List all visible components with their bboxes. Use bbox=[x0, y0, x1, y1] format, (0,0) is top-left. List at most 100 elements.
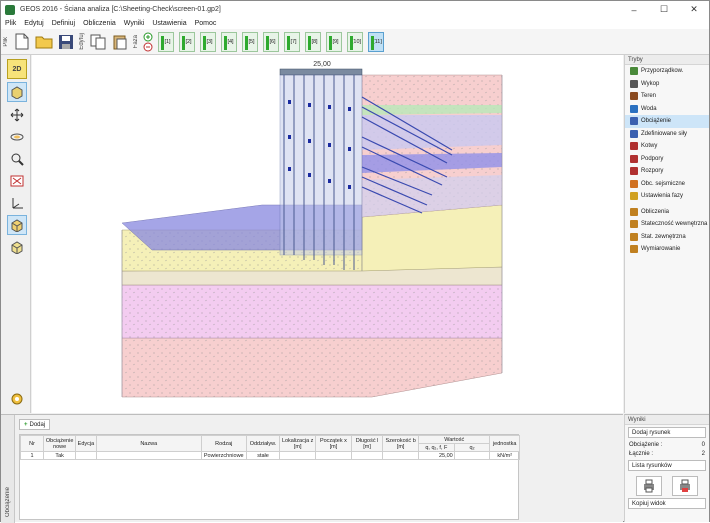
col-rodzaj: Rodzaj bbox=[200, 435, 247, 452]
stage-label: [2] bbox=[185, 38, 192, 45]
stage-button-1[interactable]: [1] bbox=[157, 31, 174, 52]
mode-item-5[interactable]: Zdefiniowane siły bbox=[625, 128, 709, 141]
cell-edycja[interactable] bbox=[75, 451, 97, 460]
fit-icon[interactable] bbox=[7, 171, 27, 191]
mode-icon bbox=[630, 104, 638, 113]
mode-item-11[interactable]: Obliczenia bbox=[625, 206, 709, 219]
load-count-value: 0 bbox=[701, 441, 705, 448]
3d-viewport[interactable]: 25,00 bbox=[32, 55, 623, 413]
stage-button-2[interactable]: [2] bbox=[178, 31, 195, 52]
figure-list-button[interactable]: Lista rysunków bbox=[628, 460, 706, 471]
stage-button-3[interactable]: [3] bbox=[199, 31, 216, 52]
load-tab-label: Obciążenie bbox=[5, 486, 11, 517]
mode-label: Obciążenie bbox=[641, 118, 672, 125]
mode-item-14[interactable]: Wymiarowanie bbox=[625, 243, 709, 256]
mode-item-10[interactable]: Ustawienia fazy bbox=[625, 190, 709, 203]
settings-icon[interactable] bbox=[7, 389, 27, 409]
stage-label: [7] bbox=[290, 38, 297, 45]
copy-view-label: Kopiuj widok bbox=[632, 500, 666, 507]
modes-panel-title: Tryby bbox=[625, 55, 709, 65]
maximize-button[interactable]: ☐ bbox=[649, 1, 679, 18]
menu-pomoc[interactable]: Pomoc bbox=[191, 20, 221, 27]
stage-button-10[interactable]: [10] bbox=[346, 31, 363, 52]
mode-icon bbox=[630, 129, 638, 138]
mode-item-4[interactable]: Obciążenie bbox=[625, 115, 709, 128]
stage-button-9[interactable]: [9] bbox=[325, 31, 342, 52]
stage-label: [9] bbox=[332, 38, 339, 45]
print-icon[interactable] bbox=[636, 476, 662, 496]
copy-data-icon[interactable] bbox=[89, 32, 107, 52]
stage-button-11[interactable]: [11] bbox=[367, 31, 384, 52]
cell-jednostka: kN/m² bbox=[489, 451, 520, 460]
print-pdf-icon[interactable] bbox=[672, 476, 698, 496]
2d-view-button[interactable]: 2D bbox=[7, 59, 27, 79]
cell-q2 bbox=[453, 451, 491, 460]
mode-label: Wykop bbox=[641, 80, 660, 87]
cell-nowe: Tak bbox=[43, 451, 77, 460]
stage-label: [10] bbox=[351, 38, 362, 45]
file-group-label: Plik bbox=[3, 36, 9, 47]
menu-plik[interactable]: Plik bbox=[1, 20, 20, 27]
stage-button-5[interactable]: [5] bbox=[241, 31, 258, 52]
3d-view-icon[interactable] bbox=[7, 82, 27, 102]
col-oddzialyw: Oddziaływ. bbox=[245, 435, 281, 452]
save-icon[interactable] bbox=[57, 32, 75, 52]
menu-ustawienia[interactable]: Ustawienia bbox=[148, 20, 190, 27]
mode-item-12[interactable]: Stateczność wewnętrzna bbox=[625, 218, 709, 231]
stage-label: [5] bbox=[248, 38, 255, 45]
move-icon[interactable] bbox=[7, 105, 27, 125]
copy-view-button[interactable]: Kopiuj widok bbox=[628, 498, 706, 509]
menu-obliczenia[interactable]: Obliczenia bbox=[79, 20, 120, 27]
stage-label: [4] bbox=[227, 38, 234, 45]
cube-icon[interactable] bbox=[7, 237, 27, 257]
new-file-icon[interactable] bbox=[13, 32, 31, 52]
mode-item-6[interactable]: Kotwy bbox=[625, 140, 709, 153]
mode-item-9[interactable]: Obc. sejsmiczne bbox=[625, 178, 709, 191]
rotate-icon[interactable] bbox=[7, 127, 27, 147]
cell-nazwa bbox=[95, 451, 202, 460]
mode-label: Rozpory bbox=[641, 168, 664, 175]
stage-button-4[interactable]: [4] bbox=[220, 31, 237, 52]
total-count-label: Łącznie : bbox=[629, 450, 654, 457]
add-figure-button[interactable]: Dodaj rysunek bbox=[628, 427, 706, 438]
axes-icon[interactable] bbox=[7, 193, 27, 213]
stage-button-6[interactable]: [6] bbox=[262, 31, 279, 52]
menu-edytuj[interactable]: Edytuj bbox=[20, 20, 47, 27]
mode-item-8[interactable]: Rozpory bbox=[625, 165, 709, 178]
add-stage-icon[interactable] bbox=[143, 32, 153, 42]
modes-panel: Tryby Przyporządkow. Wykop Teren Woda Obciąż… bbox=[624, 55, 709, 413]
col-szerokosc: Szerokość b [m] bbox=[382, 435, 419, 452]
mode-item-0[interactable]: Przyporządkow. bbox=[625, 65, 709, 78]
add-icon: + bbox=[24, 421, 28, 428]
load-count-label: Obciążenie : bbox=[629, 441, 663, 448]
table-row[interactable]: 1 Tak Powierzchniowe stałe 25,00 kN/m² bbox=[19, 451, 520, 460]
mode-item-1[interactable]: Wykop bbox=[625, 78, 709, 91]
mode-item-13[interactable]: Stat. zewnętrzna bbox=[625, 231, 709, 244]
col-wartosc: Wartość bbox=[417, 435, 491, 444]
open-folder-icon[interactable] bbox=[35, 32, 53, 52]
mode-item-3[interactable]: Woda bbox=[625, 103, 709, 116]
load-tab[interactable]: Obciążenie bbox=[1, 415, 15, 523]
col-dlugosc: Długość l [m] bbox=[350, 435, 384, 452]
close-button[interactable]: ✕ bbox=[679, 1, 709, 18]
stage-button-7[interactable]: [7] bbox=[283, 31, 300, 52]
stage-label: [6] bbox=[269, 38, 276, 45]
zoom-icon[interactable] bbox=[7, 149, 27, 169]
surcharge-load bbox=[279, 68, 363, 76]
add-load-button[interactable]: + Dodaj bbox=[19, 419, 51, 430]
stage-group-label: Faza bbox=[133, 34, 139, 49]
paste-data-icon[interactable] bbox=[111, 32, 129, 52]
mode-item-7[interactable]: Podpory bbox=[625, 153, 709, 166]
view-toolbar: 2D bbox=[1, 55, 31, 413]
title-bar: GEOS 2016 - Ściana analiza [C:\Sheeting-… bbox=[1, 1, 709, 18]
cell-szerokosc bbox=[382, 451, 419, 460]
minimize-button[interactable]: – bbox=[619, 1, 649, 18]
remove-stage-icon[interactable] bbox=[143, 42, 153, 52]
menu-wyniki[interactable]: Wyniki bbox=[120, 20, 149, 27]
stage-button-8[interactable]: [8] bbox=[304, 31, 321, 52]
menu-definiuj[interactable]: Definiuj bbox=[48, 20, 79, 27]
mode-label: Kotwy bbox=[641, 143, 658, 150]
box-icon[interactable] bbox=[7, 215, 27, 235]
results-panel: Wyniki Dodaj rysunek Obciążenie : 0 Łączn… bbox=[624, 414, 709, 522]
mode-item-2[interactable]: Teren bbox=[625, 90, 709, 103]
